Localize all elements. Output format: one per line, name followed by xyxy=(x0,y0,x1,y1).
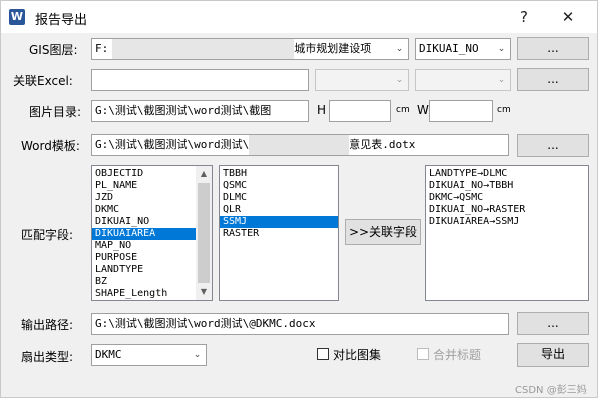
watermark-text: CSDN @彭三妈 xyxy=(515,385,587,396)
excel-sheet-combo[interactable]: ⌄ xyxy=(315,69,409,91)
field-mapping-item[interactable]: LANDTYPE→DLMC xyxy=(426,168,588,180)
redacted-region xyxy=(249,135,350,155)
key-field-value: DIKUAI_NO xyxy=(419,42,479,55)
source-field-item[interactable]: DIKUAIAREA xyxy=(92,228,196,240)
source-field-item[interactable]: DIKUAI_NO xyxy=(92,216,196,228)
width-unit: cm xyxy=(497,105,511,115)
link-fields-button[interactable]: >>关联字段 xyxy=(345,219,421,245)
target-field-item[interactable]: QSMC xyxy=(220,180,338,192)
naming-type-combo[interactable]: DKMC ⌄ xyxy=(91,344,207,366)
gis-browse-button[interactable]: ... xyxy=(517,37,589,60)
mapping-items: LANDTYPE→DLMC DIKUAI_NO→TBBH DKMC→QSMC DIKU… xyxy=(426,166,588,228)
export-button[interactable]: 导出 xyxy=(517,343,589,367)
help-button[interactable]: ? xyxy=(509,5,539,29)
width-label: W xyxy=(417,103,429,117)
width-input[interactable] xyxy=(429,100,493,122)
source-field-item[interactable]: SHAPE_Length xyxy=(92,288,196,300)
redacted-region xyxy=(112,39,295,59)
template-browse-button[interactable]: ... xyxy=(517,134,589,157)
source-field-item[interactable]: PURPOSE xyxy=(92,252,196,264)
chevron-down-icon: ⌄ xyxy=(497,44,506,54)
close-button[interactable]: ✕ xyxy=(553,5,583,29)
source-field-item[interactable]: LANDTYPE xyxy=(92,264,196,276)
image-dir-input[interactable]: G:\测试\截图测试\word测试\截图 xyxy=(91,100,309,122)
chevron-down-icon: ⌄ xyxy=(395,75,404,85)
key-field-combo[interactable]: DIKUAI_NO ⌄ xyxy=(415,38,511,60)
field-mapping-item[interactable]: DIKUAI_NO→RASTER xyxy=(426,204,588,216)
output-path-input[interactable]: G:\测试\截图测试\word测试\@DKMC.docx xyxy=(91,313,509,335)
excel-path-input[interactable] xyxy=(91,69,309,91)
source-field-item[interactable]: PL_NAME xyxy=(92,180,196,192)
report-export-dialog: W 报告导出 ? ✕ GIS图层: F: 城市规划建设项 ⌄ DIKUAI_NO … xyxy=(0,0,598,398)
field-mapping-item[interactable]: DIKUAIAREA→SSMJ xyxy=(426,216,588,228)
merge-title-checkbox[interactable] xyxy=(417,348,429,360)
compare-atlas-label: 对比图集 xyxy=(333,348,382,362)
target-field-item[interactable]: RASTER xyxy=(220,228,338,240)
field-mapping-item[interactable]: DKMC→QSMC xyxy=(426,192,588,204)
template-path-suffix: 意见表.dotx xyxy=(349,138,416,151)
height-label: H xyxy=(317,103,327,117)
template-path-prefix: G:\测试\截图测试\word测试\ xyxy=(95,138,250,151)
gis-layer-path-suffix: 城市规划建设项 xyxy=(294,42,372,55)
window-title: 报告导出 xyxy=(35,13,88,28)
target-field-item[interactable]: TBBH xyxy=(220,168,338,180)
word-template-label: Word模板: xyxy=(21,139,80,153)
merge-title-label: 合并标题 xyxy=(433,348,482,362)
source-field-list[interactable]: OBJECTID PL_NAME JZD DKMC DIKUAI_NO DIKUAIARE… xyxy=(91,165,213,301)
scroll-down-icon[interactable]: ▼ xyxy=(196,284,212,300)
chevron-down-icon: ⌄ xyxy=(395,44,404,54)
field-mapping-item[interactable]: DIKUAI_NO→TBBH xyxy=(426,180,588,192)
output-path-label: 输出路径: xyxy=(21,318,74,332)
gis-layer-label: GIS图层: xyxy=(29,43,78,57)
source-field-item[interactable]: DKMC xyxy=(92,204,196,216)
excel-label: 关联Excel: xyxy=(13,74,73,88)
source-field-item[interactable]: BZ xyxy=(92,276,196,288)
scroll-up-icon[interactable]: ▲ xyxy=(196,166,212,182)
compare-atlas-checkbox[interactable] xyxy=(317,348,329,360)
excel-browse-button[interactable]: ... xyxy=(517,68,589,91)
gis-layer-path-prefix: F: xyxy=(95,42,109,55)
source-field-item[interactable]: JZD xyxy=(92,192,196,204)
output-browse-button[interactable]: ... xyxy=(517,312,589,335)
height-unit: cm xyxy=(396,105,410,115)
source-field-items: OBJECTID PL_NAME JZD DKMC DIKUAI_NO DIKUAIARE… xyxy=(92,166,196,300)
chevron-down-icon: ⌄ xyxy=(193,350,202,360)
target-field-item[interactable]: QLR xyxy=(220,204,338,216)
chevron-down-icon: ⌄ xyxy=(497,75,506,85)
target-field-item[interactable]: DLMC xyxy=(220,192,338,204)
word-app-icon: W xyxy=(9,9,25,25)
target-field-items: TBBH QSMC DLMC QLR SSMJ RASTER xyxy=(220,166,338,240)
image-dir-label: 图片目录: xyxy=(29,105,82,119)
source-field-item[interactable]: OBJECTID xyxy=(92,168,196,180)
excel-field-combo[interactable]: ⌄ xyxy=(415,69,511,91)
word-template-input[interactable]: G:\测试\截图测试\word测试\ 意见表.dotx xyxy=(91,134,509,156)
naming-type-label: 扇出类型: xyxy=(21,350,74,364)
naming-type-value: DKMC xyxy=(95,348,122,361)
gis-layer-combo[interactable]: F: 城市规划建设项 ⌄ xyxy=(91,38,409,60)
target-field-list[interactable]: TBBH QSMC DLMC QLR SSMJ RASTER xyxy=(219,165,339,301)
title-bar: W 报告导出 ? ✕ xyxy=(1,1,597,33)
source-list-scrollbar[interactable]: ▲ ▼ xyxy=(196,166,212,300)
target-field-item[interactable]: SSMJ xyxy=(220,216,338,228)
source-field-item[interactable]: MAP_NO xyxy=(92,240,196,252)
height-input[interactable] xyxy=(329,100,391,122)
match-fields-label: 匹配字段: xyxy=(21,228,74,242)
field-mapping-list[interactable]: LANDTYPE→DLMC DIKUAI_NO→TBBH DKMC→QSMC DIKU… xyxy=(425,165,589,301)
scroll-thumb[interactable] xyxy=(198,183,210,283)
